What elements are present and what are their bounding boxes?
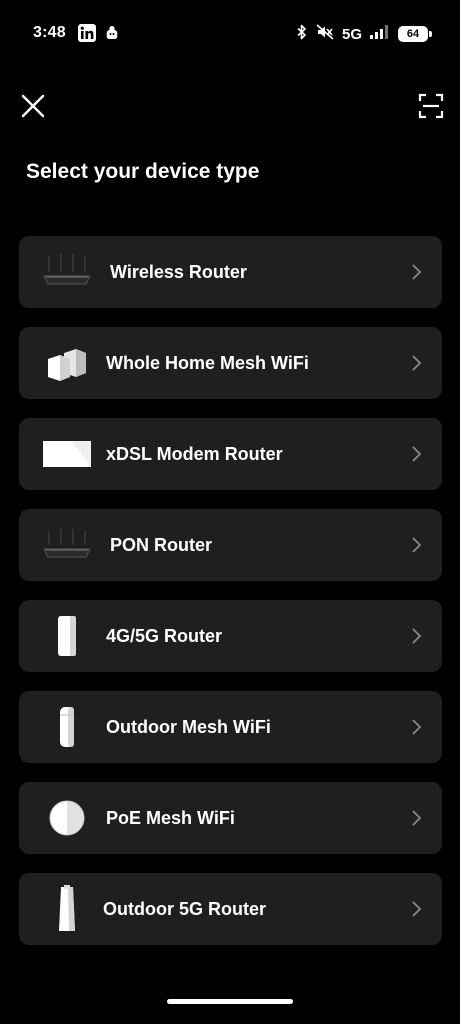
device-label: 4G/5G Router (106, 625, 223, 646)
outdoor-mesh-icon (39, 703, 95, 751)
pon-router-icon (39, 521, 95, 569)
device-option-outdoor-mesh-wifi[interactable]: Outdoor Mesh WiFi (19, 691, 442, 763)
device-label: Whole Home Mesh WiFi (106, 352, 309, 373)
bluetooth-icon (296, 24, 308, 45)
scan-icon (418, 93, 444, 119)
chevron-right-icon (412, 719, 422, 735)
device-label: Outdoor Mesh WiFi (106, 716, 271, 737)
chevron-right-icon (412, 355, 422, 371)
wireless-router-icon (39, 248, 95, 296)
device-label: PoE Mesh WiFi (106, 807, 235, 828)
home-indicator[interactable] (167, 999, 293, 1004)
device-option-outdoor-5g-router[interactable]: Outdoor 5G Router (19, 873, 442, 945)
xdsl-modem-icon (39, 430, 95, 478)
close-icon (21, 94, 45, 118)
status-indicators: 5G 64 (296, 23, 432, 45)
chevron-right-icon (412, 537, 422, 553)
outdoor-5g-router-icon (39, 885, 95, 933)
battery-icon: 64 (398, 26, 432, 42)
device-option-4g-5g-router[interactable]: 4G/5G Router (19, 600, 442, 672)
device-type-list: Wireless Router Whole Home Mesh WiFi xDS… (19, 236, 442, 964)
notification-app-icon (103, 24, 121, 47)
status-bar: 3:48 5G 64 (0, 0, 460, 68)
device-label: Wireless Router (110, 261, 247, 282)
cellular-router-icon (39, 612, 95, 660)
chevron-right-icon (412, 810, 422, 826)
chevron-right-icon (412, 901, 422, 917)
mesh-wifi-icon (39, 339, 95, 387)
device-option-whole-home-mesh-wifi[interactable]: Whole Home Mesh WiFi (19, 327, 442, 399)
device-label: PON Router (110, 534, 213, 555)
status-time: 3:48 (33, 24, 66, 41)
page-title: Select your device type (26, 160, 260, 183)
device-option-xdsl-modem-router[interactable]: xDSL Modem Router (19, 418, 442, 490)
signal-icon (370, 24, 390, 44)
network-type: 5G (341, 25, 362, 43)
close-button[interactable] (20, 93, 46, 119)
device-option-pon-router[interactable]: PON Router (19, 509, 442, 581)
device-label: Outdoor 5G Router (103, 898, 266, 919)
linkedin-icon (78, 24, 96, 47)
poe-mesh-icon (39, 794, 95, 842)
device-option-wireless-router[interactable]: Wireless Router (19, 236, 442, 308)
device-label: xDSL Modem Router (106, 443, 283, 464)
chevron-right-icon (412, 264, 422, 280)
scan-button[interactable] (418, 93, 444, 119)
device-option-poe-mesh-wifi[interactable]: PoE Mesh WiFi (19, 782, 442, 854)
chevron-right-icon (412, 446, 422, 462)
mute-icon (316, 23, 334, 45)
chevron-right-icon (412, 628, 422, 644)
